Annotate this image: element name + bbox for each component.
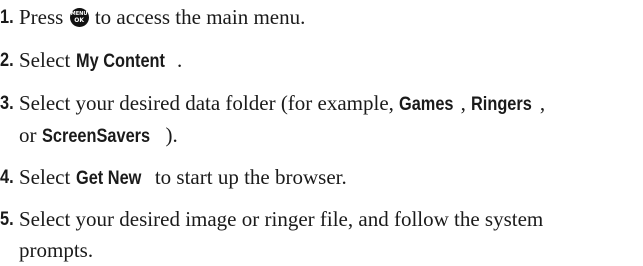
step-text-part: Select <box>19 165 76 189</box>
step-text-part: , <box>460 91 472 115</box>
step-text: Select My Content. <box>19 45 643 77</box>
step-text: Press MENU OK to access the main menu. <box>19 2 643 33</box>
menu-keyword: Games <box>399 94 454 115</box>
step-number: 1. <box>0 7 14 28</box>
step-number: 2. <box>0 50 14 71</box>
step-text-part: to start up the browser. <box>149 165 347 189</box>
menu-keyword: ScreenSavers <box>41 126 150 147</box>
step-text-line: or ScreenSavers). <box>19 120 643 152</box>
step-number: 5. <box>0 209 14 230</box>
step-text-part: ). <box>165 123 178 147</box>
step-text-part: or <box>19 123 42 147</box>
step-text-part: Press <box>19 5 69 29</box>
step-text-part: Select <box>19 48 76 72</box>
step-text: Select your desired data folder (for exa… <box>19 88 643 152</box>
menu-keyword: My Content <box>75 51 165 72</box>
step-text-part: to access the main menu. <box>89 5 306 29</box>
menu-keyword: Get New <box>75 168 141 189</box>
step-text-part: . <box>177 48 183 72</box>
menu-keyword: Ringers <box>471 94 532 115</box>
ok-key-label: OK <box>74 17 84 24</box>
step-text: Select your desired image or ringer file… <box>19 204 643 266</box>
menu-ok-key-icon: MENU OK <box>69 8 89 27</box>
step-text-part: Select your desired image or ringer file… <box>19 207 544 231</box>
step-text-part: Select your desired data folder (for exa… <box>19 91 400 115</box>
step-text: Select Get New to start up the browser. <box>19 162 643 194</box>
step-text-part: , <box>539 91 546 115</box>
step-number: 3. <box>0 93 14 114</box>
step-text-line: prompts. <box>19 238 94 262</box>
step-number: 4. <box>0 167 14 188</box>
